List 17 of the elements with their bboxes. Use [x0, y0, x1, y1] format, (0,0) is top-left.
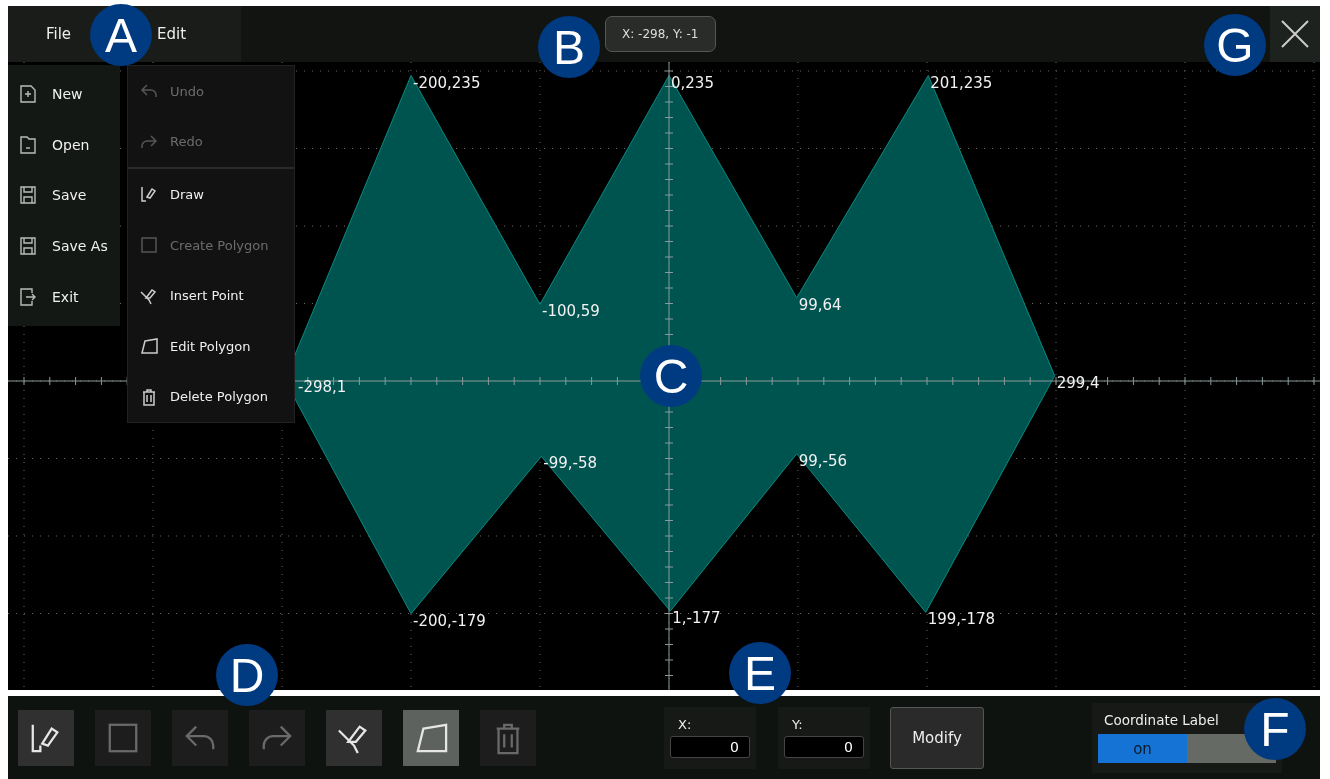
vertex-label: -200,-179 [413, 611, 486, 630]
cursor-readout: X: -298, Y: -1 [605, 16, 716, 52]
vertex-label: -99,-58 [543, 454, 598, 473]
coordinate-label-title: Coordinate Label [1103, 712, 1220, 728]
vertex-label: 0,235 [671, 73, 714, 92]
vertex-label: -298,1 [298, 377, 347, 396]
y-label: Y: [791, 717, 804, 732]
toggle-label: on [1098, 734, 1187, 763]
vertex-label: -100,59 [542, 302, 600, 321]
x-label: X: [677, 717, 693, 732]
vertex-label: 1,-177 [672, 609, 721, 628]
vertex-label: 99,64 [798, 295, 842, 314]
vertex-label: 199,-178 [927, 610, 996, 629]
vertex-label: -200,235 [413, 73, 481, 92]
vertex-label: 99,-56 [798, 451, 848, 470]
vertex-label: 201,235 [930, 73, 993, 92]
vertex-label: 299,4 [1056, 373, 1100, 392]
